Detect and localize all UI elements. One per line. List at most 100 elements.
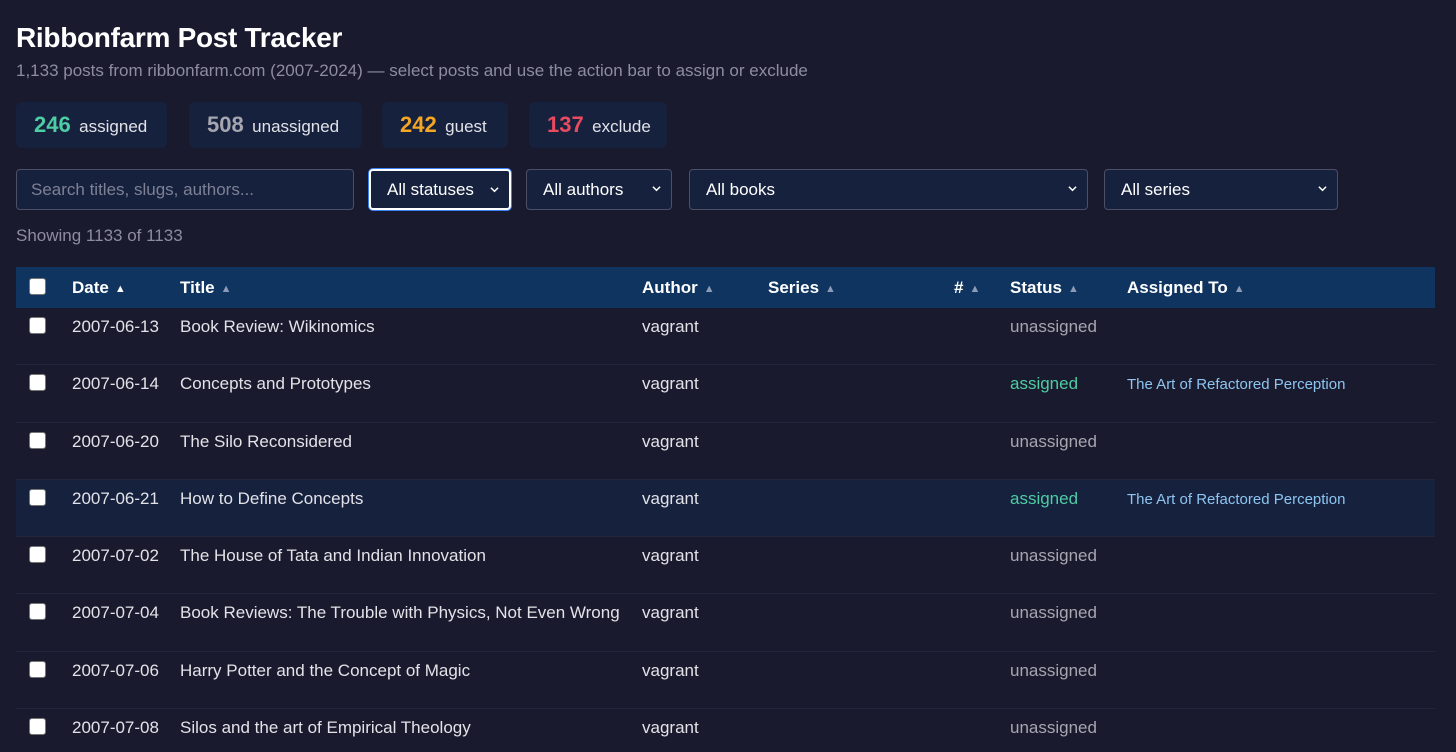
- column-header-number[interactable]: # ▲: [954, 267, 980, 308]
- row-assigned-to: The Art of Refactored Perception: [1127, 490, 1346, 508]
- row-title: Concepts and Prototypes: [180, 374, 371, 394]
- table-row[interactable]: 2007-07-06 Harry Potter and the Concept …: [16, 652, 1435, 710]
- sort-arrow-icon: ▲: [220, 283, 232, 295]
- status-filter-value: All statuses: [387, 180, 474, 199]
- column-series-label: Series: [768, 278, 820, 297]
- row-date: 2007-07-06: [72, 660, 159, 680]
- sort-arrow-icon: ▲: [1233, 283, 1245, 295]
- row-author: vagrant: [642, 603, 699, 623]
- stat-assigned-label: assigned: [79, 117, 148, 136]
- row-status: assigned: [1010, 374, 1079, 394]
- chevron-down-icon: [652, 186, 661, 192]
- column-header-title[interactable]: Title ▲: [180, 267, 232, 308]
- stat-exclude-label: exclude: [592, 117, 651, 136]
- column-header-series[interactable]: Series ▲: [768, 267, 836, 308]
- table-row[interactable]: 2007-06-13 Book Review: Wikinomics vagra…: [16, 308, 1435, 366]
- stat-unassigned-label: unassigned: [252, 117, 340, 136]
- table-row[interactable]: 2007-06-14 Concepts and Prototypes vagra…: [16, 365, 1435, 423]
- stat-unassigned: 508 unassigned: [189, 102, 362, 148]
- row-status: unassigned: [1010, 603, 1097, 623]
- authors-filter-value: All authors: [543, 180, 624, 199]
- chevron-down-icon: [1318, 186, 1327, 192]
- row-assigned-to: The Art of Refactored Perception: [1127, 376, 1346, 394]
- table-body: 2007-06-13 Book Review: Wikinomics vagra…: [16, 308, 1435, 752]
- books-filter-select[interactable]: All books: [689, 169, 1088, 210]
- sort-arrow-icon: ▲: [825, 283, 836, 295]
- table-row[interactable]: 2007-06-21 How to Define Concepts vagran…: [16, 479, 1435, 538]
- column-number-label: #: [954, 278, 964, 297]
- row-checkbox[interactable]: [29, 603, 46, 621]
- status-filter-select[interactable]: All statuses: [369, 169, 511, 210]
- row-checkbox[interactable]: [29, 546, 46, 564]
- stat-guest-count: 242: [400, 112, 437, 137]
- column-author-label: Author: [642, 278, 698, 297]
- stat-guest: 242 guest: [382, 102, 508, 148]
- row-author: vagrant: [642, 374, 699, 394]
- row-date: 2007-07-02: [72, 546, 159, 566]
- row-status: assigned: [1010, 488, 1079, 508]
- column-header-assigned-to[interactable]: Assigned To ▲: [1127, 267, 1245, 308]
- column-date-label: Date: [72, 278, 109, 297]
- chevron-down-icon: [490, 187, 499, 193]
- row-title: Book Review: Wikinomics: [180, 317, 375, 336]
- sort-arrow-icon: ▲: [969, 283, 981, 295]
- row-checkbox[interactable]: [29, 718, 46, 736]
- sort-arrow-icon: ▲: [703, 283, 715, 295]
- row-title: Book Reviews: The Trouble with Physics, …: [180, 603, 620, 623]
- row-checkbox[interactable]: [29, 660, 46, 678]
- row-checkbox[interactable]: [29, 317, 46, 334]
- row-status: unassigned: [1010, 718, 1097, 738]
- row-checkbox[interactable]: [29, 374, 46, 392]
- row-checkbox[interactable]: [29, 488, 46, 506]
- row-date: 2007-07-08: [72, 718, 159, 738]
- stat-unassigned-count: 508: [207, 112, 244, 137]
- chevron-down-icon: [1068, 186, 1077, 192]
- post-tracker-page: Ribbonfarm Post Tracker 1,133 posts from…: [0, 0, 1456, 752]
- row-date: 2007-07-04: [72, 603, 159, 623]
- row-status: unassigned: [1010, 660, 1097, 680]
- row-title: Silos and the art of Empirical Theology: [180, 718, 471, 738]
- column-status-label: Status: [1010, 278, 1062, 297]
- table-row[interactable]: 2007-07-08 Silos and the art of Empirica…: [16, 709, 1435, 752]
- row-date: 2007-06-14: [72, 374, 159, 394]
- select-all-checkbox[interactable]: [29, 278, 46, 295]
- table-row[interactable]: 2007-06-20 The Silo Reconsidered vagrant…: [16, 423, 1435, 480]
- stat-assigned: 246 assigned: [16, 102, 167, 148]
- column-header-author[interactable]: Author ▲: [642, 267, 715, 308]
- series-filter-select[interactable]: All series: [1104, 169, 1338, 210]
- series-filter-value: All series: [1121, 180, 1190, 199]
- column-header-status[interactable]: Status ▲: [1010, 267, 1079, 308]
- column-title-label: Title: [180, 278, 215, 297]
- row-author: vagrant: [642, 546, 699, 566]
- row-author: vagrant: [642, 431, 699, 451]
- row-author: vagrant: [642, 660, 699, 680]
- sort-arrow-icon: ▲: [1067, 283, 1079, 295]
- books-filter-value: All books: [706, 180, 775, 199]
- page-subtitle: 1,133 posts from ribbonfarm.com (2007-20…: [16, 61, 808, 80]
- column-assigned-to-label: Assigned To: [1127, 278, 1228, 297]
- search-input[interactable]: [31, 170, 353, 210]
- page-title: Ribbonfarm Post Tracker: [16, 22, 343, 53]
- row-title: Harry Potter and the Concept of Magic: [180, 660, 471, 680]
- row-date: 2007-06-21: [72, 488, 159, 508]
- row-author: vagrant: [642, 317, 699, 336]
- stat-guest-label: guest: [445, 117, 487, 136]
- authors-filter-select[interactable]: All authors: [526, 169, 672, 210]
- row-checkbox[interactable]: [29, 431, 46, 449]
- row-date: 2007-06-13: [72, 317, 159, 336]
- sort-arrow-icon: ▲: [114, 283, 126, 295]
- search-box[interactable]: [16, 169, 354, 210]
- stat-assigned-count: 246: [34, 112, 71, 137]
- stat-exclude-count: 137: [547, 112, 584, 137]
- column-header-date[interactable]: Date ▲: [72, 267, 126, 308]
- row-status: unassigned: [1010, 546, 1097, 566]
- table-row[interactable]: 2007-07-02 The House of Tata and Indian …: [16, 537, 1435, 595]
- row-title: The Silo Reconsidered: [180, 431, 352, 451]
- row-author: vagrant: [642, 488, 699, 508]
- table-header: Date ▲ Title ▲ Author ▲ Series ▲ # ▲ Status ▲ …: [16, 267, 1435, 308]
- posts-table: Date ▲ Title ▲ Author ▲ Series ▲ # ▲ Status ▲ …: [16, 267, 1435, 752]
- row-status: unassigned: [1010, 431, 1097, 451]
- row-date: 2007-06-20: [72, 431, 159, 451]
- table-row[interactable]: 2007-07-04 Book Reviews: The Trouble wit…: [16, 594, 1435, 652]
- row-author: vagrant: [642, 718, 699, 738]
